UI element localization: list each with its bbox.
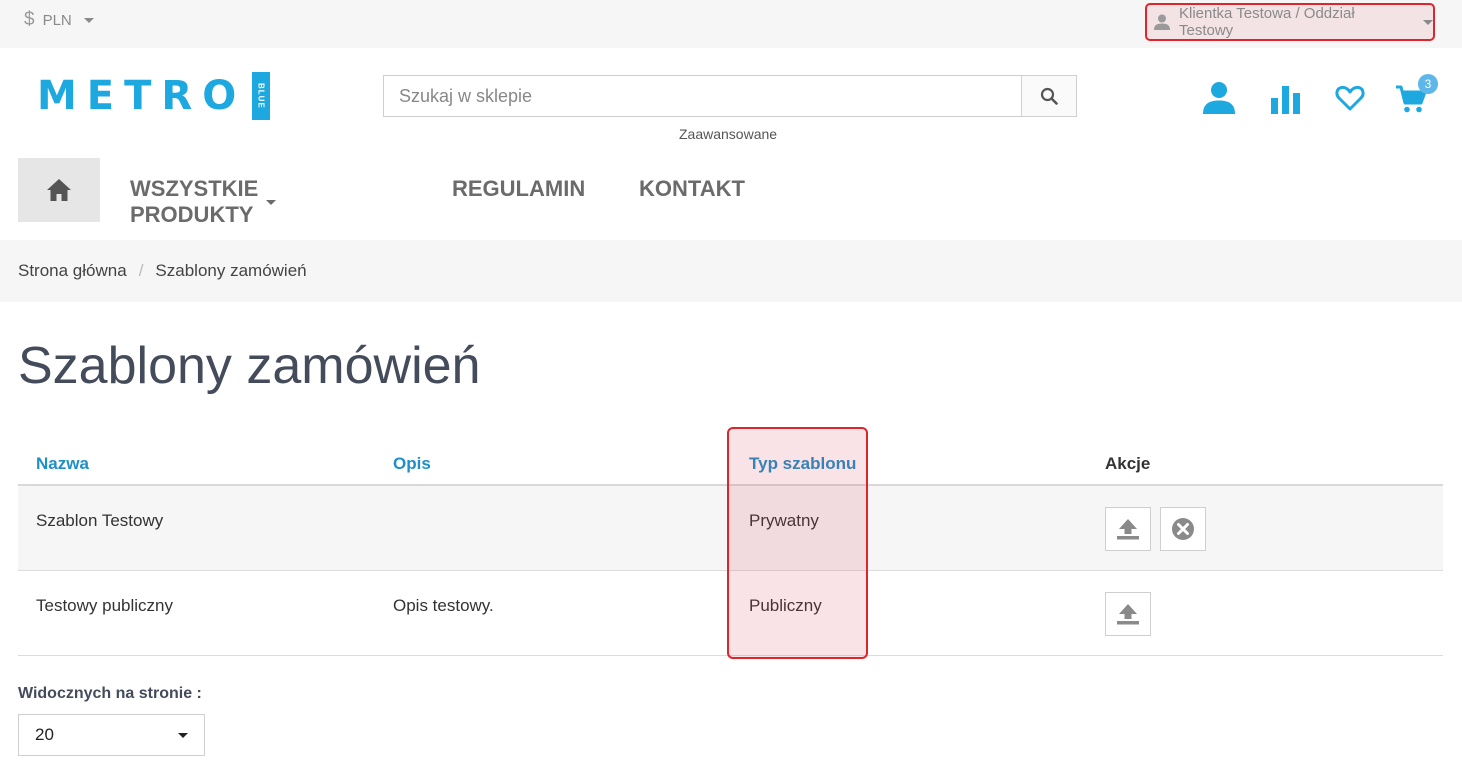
nav-home[interactable] [18, 158, 100, 222]
per-page-label: Widocznych na stronie : [18, 685, 202, 702]
breadcrumb-home[interactable]: Strona główna [18, 261, 127, 281]
search-icon [1040, 87, 1058, 105]
search-button[interactable] [1021, 75, 1077, 117]
nav-item-all-products[interactable]: WSZYSTKIE PRODUKTY [130, 176, 277, 228]
chevron-down-icon [178, 732, 188, 738]
dollar-icon: $ [24, 9, 35, 30]
search-input[interactable] [383, 75, 1021, 117]
home-icon [47, 179, 71, 201]
load-template-button[interactable] [1105, 592, 1151, 636]
stats-icon [1271, 86, 1300, 114]
chevron-down-icon [83, 17, 94, 23]
template-name: Szablon Testowy [36, 511, 164, 530]
user-icon [1203, 82, 1235, 114]
nav-item-kontakt[interactable]: KONTAKT [639, 176, 745, 202]
upload-icon [1117, 519, 1139, 540]
template-name: Testowy publiczny [36, 596, 174, 615]
logo-tag: BLUE [252, 72, 271, 120]
advanced-search-link[interactable]: Zaawansowane [679, 126, 777, 142]
chevron-down-icon [1423, 19, 1433, 25]
column-header-actions: Akcje [1105, 454, 1151, 473]
account-label: Klientka Testowa / Oddział Testowy [1179, 5, 1355, 39]
currency-selector[interactable]: $ PLN [24, 9, 94, 31]
breadcrumb-current: Szablony zamówień [155, 261, 307, 280]
per-page-value: 20 [35, 725, 54, 744]
column-header-description[interactable]: Opis [393, 454, 431, 474]
logo-text: METRO [37, 73, 247, 119]
remove-icon [1172, 518, 1194, 540]
top-bar: $ PLN Klientka Testowa / Oddział Testowy [0, 0, 1462, 48]
templates-table: Nazwa Opis Typ szablonu Akcje Szablon Te… [18, 440, 1443, 656]
load-template-button[interactable] [1105, 507, 1151, 551]
breadcrumb-separator: / [138, 261, 144, 280]
search-bar [383, 75, 1077, 117]
nav-item-regulamin[interactable]: REGULAMIN [452, 176, 585, 202]
page-title: Szablony zamówień [18, 337, 481, 395]
breadcrumb: Strona główna / Szablony zamówień [0, 240, 1462, 302]
per-page-select[interactable]: 20 [18, 714, 205, 756]
currency-label: PLN [42, 11, 72, 29]
cart-count-badge: 3 [1418, 74, 1438, 94]
table-row: Testowy publiczny Opis testowy. Publiczn… [18, 571, 1443, 656]
wishlist-button[interactable] [1335, 84, 1365, 117]
delete-template-button[interactable] [1160, 507, 1206, 551]
column-header-name[interactable]: Nazwa [36, 454, 89, 474]
heart-icon [1335, 85, 1365, 111]
nav-item-label: WSZYSTKIE PRODUKTY [130, 176, 259, 227]
upload-icon [1117, 604, 1139, 625]
user-icon [1154, 14, 1170, 30]
account-button[interactable] [1202, 80, 1236, 119]
table-row: Szablon Testowy Prywatny [18, 486, 1443, 571]
template-description: Opis testowy. [393, 596, 494, 615]
template-type: Publiczny [749, 596, 822, 615]
column-header-type[interactable]: Typ szablonu [749, 454, 856, 474]
template-type: Prywatny [749, 511, 819, 530]
account-menu[interactable]: Klientka Testowa / Oddział Testowy [1145, 3, 1435, 41]
store-logo[interactable]: METRO BLUE [37, 72, 271, 120]
chevron-down-icon [266, 199, 277, 205]
table-header: Nazwa Opis Typ szablonu Akcje [18, 440, 1443, 486]
stats-button[interactable] [1270, 84, 1302, 119]
nav-item-label: REGULAMIN [452, 176, 586, 201]
nav-item-label: KONTAKT [639, 176, 745, 201]
